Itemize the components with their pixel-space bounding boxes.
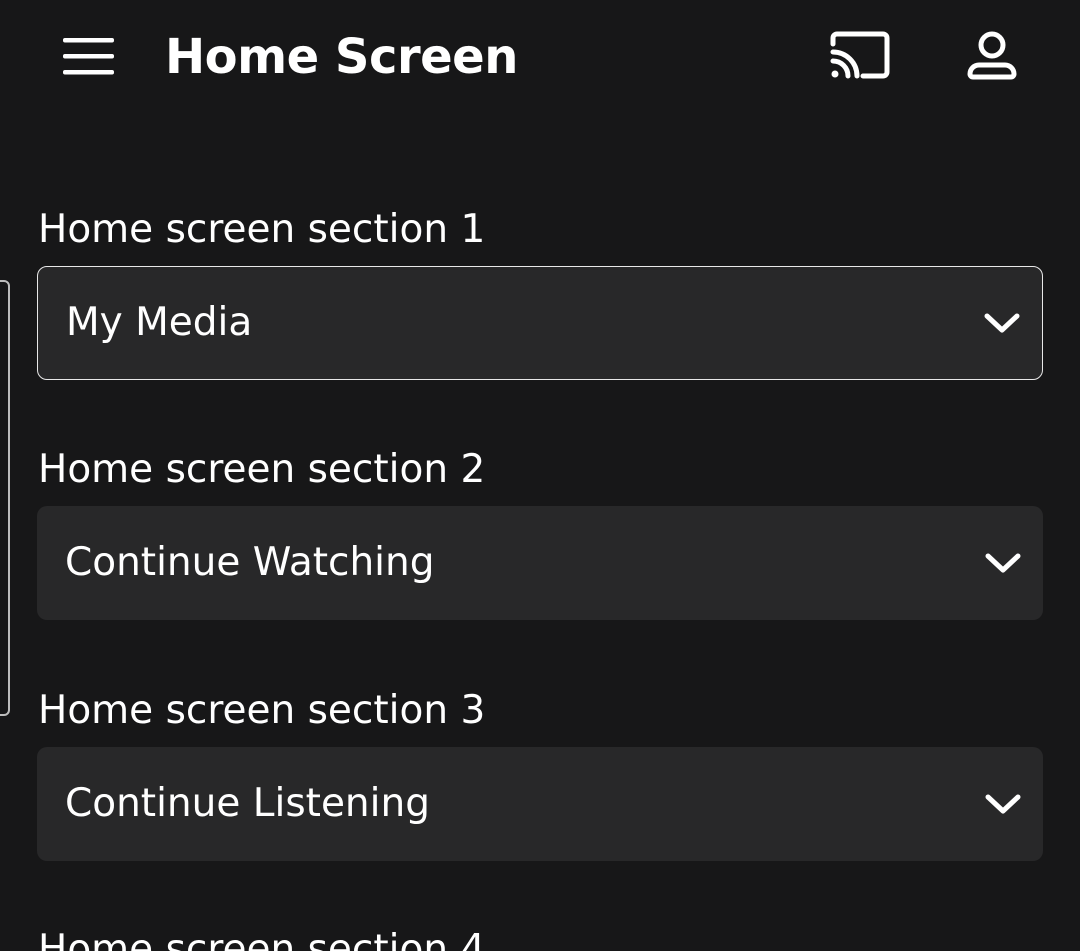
section-2-label: Home screen section 2 [38,447,486,492]
section-1-value: My Media [66,300,253,345]
hamburger-menu-icon [63,38,114,75]
user-account-button[interactable] [964,30,1020,84]
page-title: Home Screen [165,29,518,85]
section-1-label: Home screen section 1 [38,207,486,252]
menu-button[interactable] [60,36,116,76]
cast-button[interactable] [827,30,893,84]
section-1-select[interactable]: My Media [37,266,1043,380]
app-root: Home Screen Home screen section 1 My Med… [0,0,1080,951]
chevron-down-icon [985,793,1021,815]
app-header: Home Screen [0,0,1080,116]
section-3-select[interactable]: Continue Listening [37,747,1043,861]
cast-icon [830,31,890,79]
section-4-label: Home screen section 4 [38,927,486,951]
chevron-down-icon [984,312,1020,334]
section-2-select[interactable]: Continue Watching [37,506,1043,620]
side-panel-edge [0,280,10,716]
section-3-label: Home screen section 3 [38,688,486,733]
chevron-down-icon [985,552,1021,574]
user-account-icon [967,31,1017,80]
section-2-value: Continue Watching [65,540,435,585]
section-3-value: Continue Listening [65,781,430,826]
